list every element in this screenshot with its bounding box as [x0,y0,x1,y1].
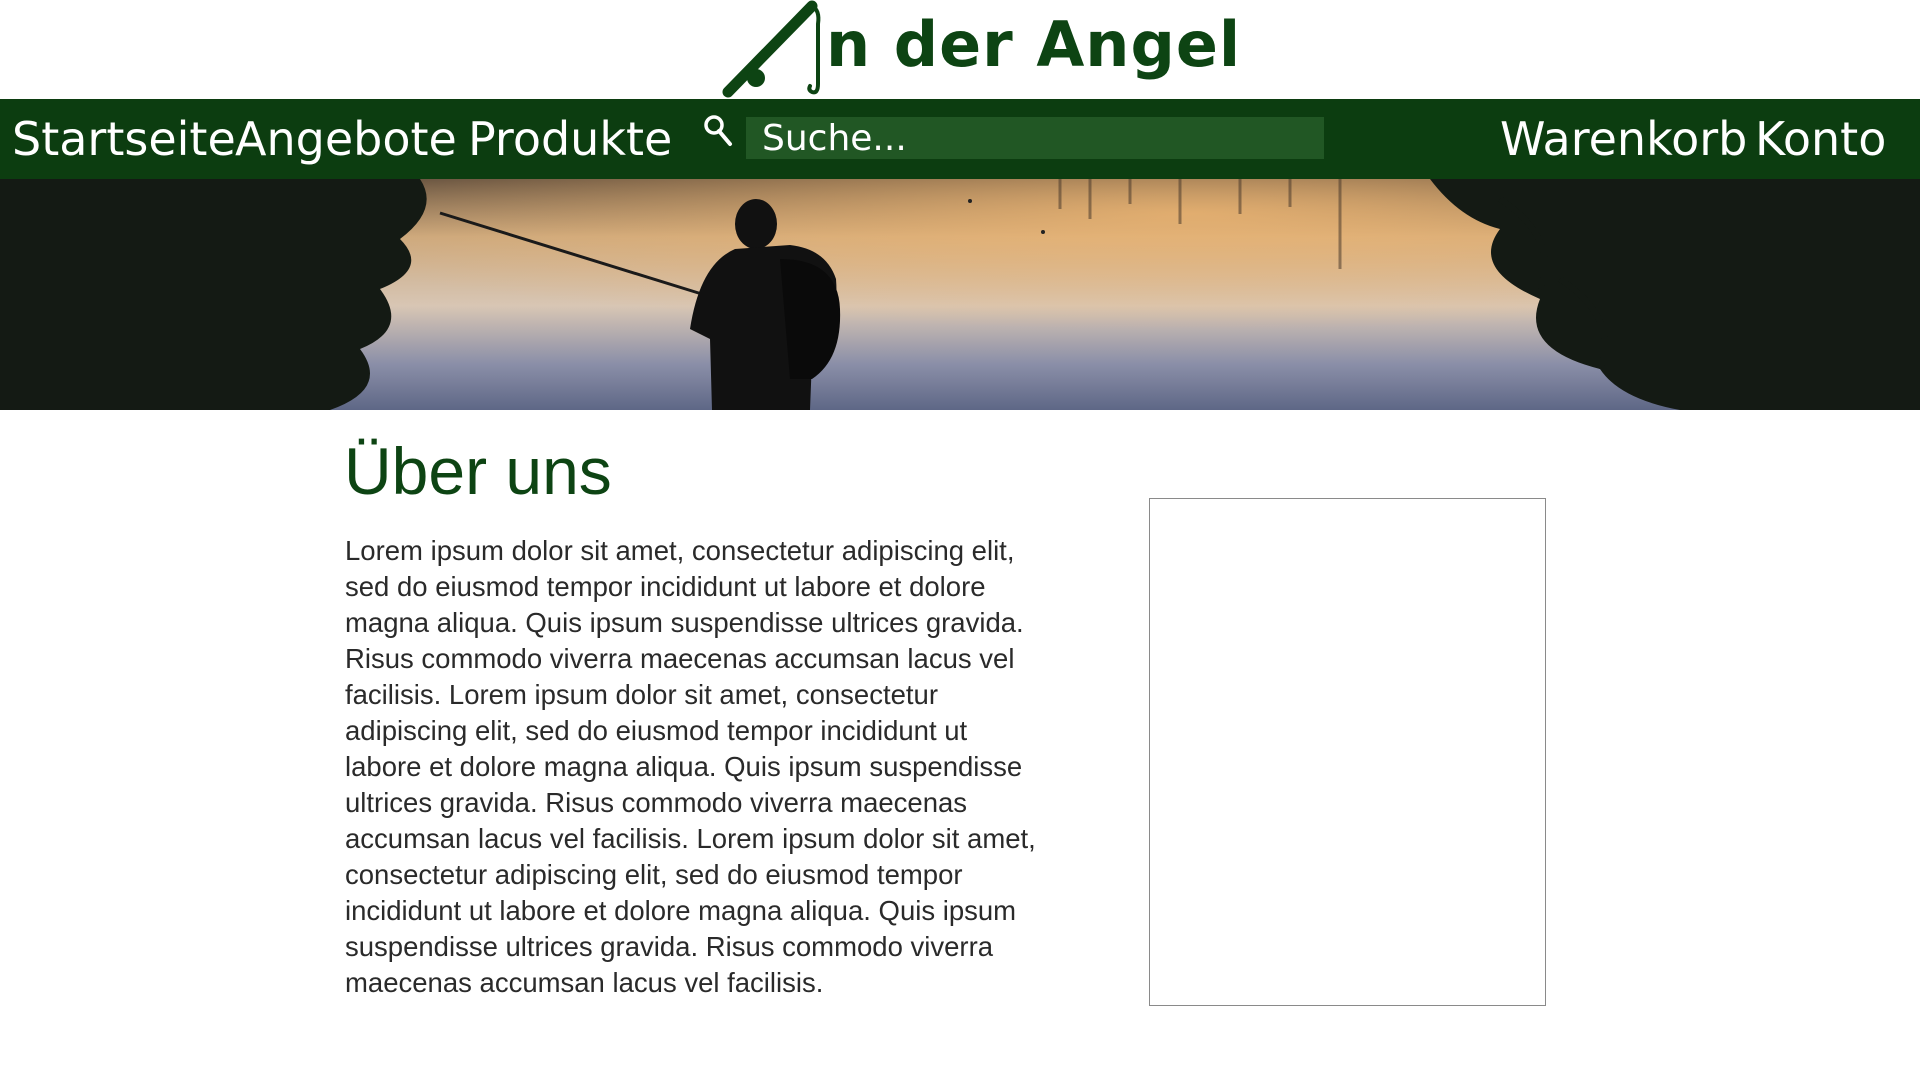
nav-item-warenkorb[interactable]: Warenkorb [1500,99,1747,179]
angler-sunset-banner-image [0,179,1920,410]
fishing-rod-logo-icon [722,0,821,98]
search-icon[interactable] [702,113,734,149]
search-input[interactable] [746,117,1324,159]
brand-name: n der Angel [826,8,1242,81]
nav-item-konto[interactable]: Konto [1755,99,1886,179]
page: n der Angel Startseite Angebote Produkte… [0,0,1920,1080]
about-paragraph: Lorem ipsum dolor sit amet, consectetur … [345,535,1036,998]
page-title: Über uns [344,434,612,508]
nav-item-angebote[interactable]: Angebote [235,99,457,179]
nav-item-startseite[interactable]: Startseite [12,99,236,179]
image-placeholder [1149,498,1546,1006]
site-logo[interactable]: n der Angel [720,0,1240,100]
hero-banner [0,179,1920,410]
nav-item-produkte[interactable]: Produkte [468,99,672,179]
main-navigation: Startseite Angebote Produkte Warenkorb K… [0,99,1920,179]
